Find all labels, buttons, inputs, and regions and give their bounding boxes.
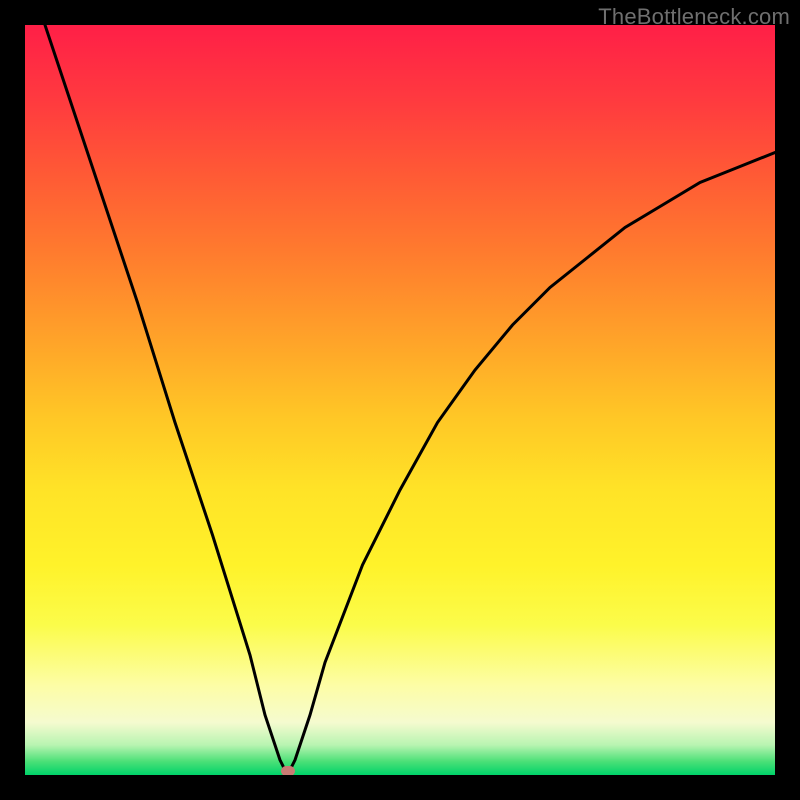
chart-frame: TheBottleneck.com xyxy=(0,0,800,800)
bottleneck-curve-path xyxy=(25,25,775,775)
curve-svg xyxy=(25,25,775,775)
watermark-text: TheBottleneck.com xyxy=(598,4,790,30)
minimum-marker xyxy=(281,766,295,775)
plot-area xyxy=(25,25,775,775)
